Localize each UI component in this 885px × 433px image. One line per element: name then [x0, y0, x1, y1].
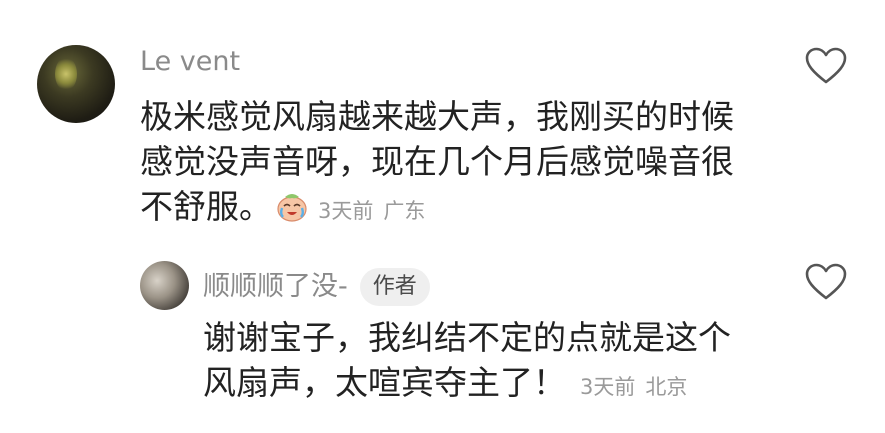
heart-outline-icon[interactable]: [805, 263, 847, 301]
crying-laughing-emoji-icon: [277, 194, 307, 222]
reply-username-row: 顺顺顺了没- 作者: [203, 268, 430, 306]
avatar[interactable]: [37, 45, 115, 123]
comment-text-tail: 不舒服。: [140, 187, 272, 226]
comment-text-line-3: 不舒服。 3天前 广东: [140, 184, 425, 234]
author-badge: 作者: [359, 268, 430, 306]
avatar[interactable]: [140, 261, 189, 310]
reply-time: 3天前: [580, 375, 636, 399]
reply-text-line-2: 风扇声，太喧宾夺主了！ 3天前 北京: [203, 360, 687, 410]
comment-meta: 3天前 广东: [318, 199, 425, 223]
comment-location: 广东: [383, 199, 426, 223]
comment-username[interactable]: Le vent: [140, 46, 240, 78]
comment-text-line-2: 感觉没声音呀，现在几个月后感觉噪音很: [140, 142, 734, 181]
heart-outline-icon[interactable]: [805, 47, 847, 85]
reply-text-tail: 风扇声，太喧宾夺主了！: [203, 363, 566, 402]
reply-location: 北京: [645, 375, 688, 399]
comment-text-line-1: 极米感觉风扇越来越大声，我刚买的时候: [140, 97, 734, 136]
reply-meta: 3天前 北京: [580, 375, 687, 399]
reply-text-line-1: 谢谢宝子，我纠结不定的点就是这个: [203, 318, 731, 357]
comment-time: 3天前: [318, 199, 374, 223]
reply-username[interactable]: 顺顺顺了没-: [203, 271, 348, 302]
